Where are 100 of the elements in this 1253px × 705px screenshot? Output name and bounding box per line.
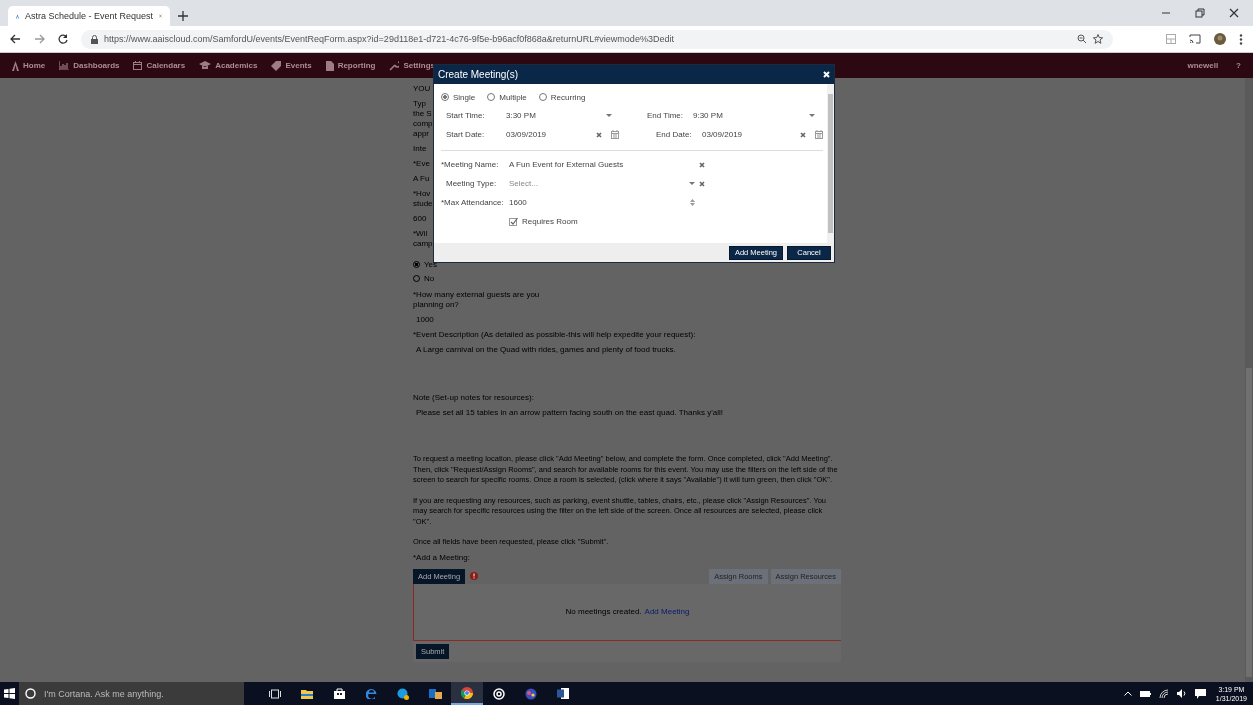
caret-icon [606,114,612,117]
avatar-icon[interactable] [1214,33,1226,45]
nav-item[interactable]: Events [285,61,312,70]
user-name[interactable]: wnewell [1187,61,1219,70]
orb-icon[interactable] [525,687,537,700]
scrollbar[interactable] [1245,78,1253,682]
form-text: the S [413,109,430,119]
form-text: *Wil [413,229,429,239]
form-text: YOU [413,84,430,94]
nav-item[interactable]: Settings [403,61,435,70]
clear-icon[interactable] [596,131,602,138]
back-icon[interactable] [10,34,21,44]
calendar-icon[interactable] [815,130,823,139]
new-tab-icon[interactable] [178,11,188,21]
mail-app-icon[interactable] [428,688,442,699]
menu-icon[interactable] [1239,33,1243,45]
field-label: *Meeting Name: [441,160,500,169]
form-label: Note (Set-up notes for resources): [413,393,535,403]
browser-e-icon[interactable] [365,688,377,699]
close-icon[interactable] [1229,8,1239,18]
help-link[interactable]: ? [1236,61,1241,70]
nav-item[interactable]: Academics [215,61,258,70]
form-text: stude [413,199,430,209]
radio-option[interactable]: Multiple [487,92,527,102]
field-label: End Date: [655,130,693,139]
field-label: Start Time: [445,111,486,120]
form-text: Typ [413,99,427,109]
tab-title: Astra Schedule - Event Request [24,11,154,21]
calendar-icon [133,61,143,70]
date-field[interactable]: 03/09/2019 [506,127,592,142]
calendar-icon[interactable] [611,130,619,139]
radio-option[interactable]: Recurring [538,92,586,102]
ring-icon[interactable] [493,687,505,700]
tag-icon [271,60,282,71]
cortana-circle-icon [25,688,36,699]
form-text: Inte [413,144,428,154]
nav-item[interactable]: Reporting [337,61,376,70]
chart-icon [59,61,70,70]
clear-icon[interactable] [800,131,806,138]
radio-option[interactable]: No [413,271,463,285]
meeting-type-dropdown[interactable]: Select... [509,176,695,191]
dialog-title: Create Meeting(s) [438,69,519,80]
form-text: camp [413,239,430,249]
form-text: *Hov [413,189,430,199]
reload-icon[interactable] [58,34,68,44]
address-field[interactable]: https://www.aaiscloud.com/SamfordU/events/EventReqForm.aspx?id=29d118e1-d721-4c76-9f5e-b96acf0f868a&returnURL#viewmode%3Dedit [81,29,1113,49]
star-icon[interactable] [1093,34,1103,44]
lock-icon [91,34,98,44]
meeting-name-field[interactable]: A Fun Event for External Guests [509,157,695,172]
clear-icon[interactable] [699,161,705,168]
form-text: A Fu [413,174,430,184]
zoom-icon[interactable] [1077,34,1087,44]
forward-icon[interactable] [34,34,45,44]
nav-item[interactable]: Home [23,61,46,70]
scrollbar[interactable] [827,84,834,243]
radio-option[interactable]: Yes [413,257,463,271]
caret-icon [809,114,815,117]
field-label: Start Date: [445,130,486,139]
form-value: Please set all 15 tables in an arrow pattern facing south on the east quad. Thanks y'all! [415,408,724,418]
folder-icon[interactable] [301,688,313,699]
logo-icon [12,60,19,71]
task-view-icon[interactable] [269,688,281,699]
browser-tab[interactable]: Astra Schedule - Event Request [8,6,170,26]
checkbox-icon[interactable] [509,216,518,226]
radio-option[interactable]: Single [441,92,476,102]
error-icon [470,572,479,580]
nav-item[interactable]: Dashboards [73,61,120,70]
clear-icon[interactable] [699,180,705,187]
graduation-cap-icon [199,61,212,70]
caret-icon [689,182,695,185]
empty-message: No meetings created. [565,607,642,616]
attendance-field[interactable]: 1600 [509,195,695,210]
requires-room-checkbox[interactable]: Requires Room [509,212,579,230]
word-document-icon[interactable] [557,688,569,699]
field-label: End Time: [646,111,684,120]
field-label: *Max Attendance: [441,198,505,207]
chrome-browser-icon[interactable] [461,686,473,699]
restore-icon[interactable] [1195,8,1205,18]
chevron-up-icon[interactable] [1123,691,1132,696]
windows-start-icon[interactable] [4,688,15,699]
wifi-icon[interactable] [1158,689,1169,698]
form-text: 600 [413,214,428,224]
battery-icon[interactable] [1139,690,1151,697]
field-label: Meeting Type: [445,179,498,188]
form-value: 1000 [415,315,435,325]
volume-icon[interactable] [1176,689,1187,698]
notification-icon[interactable] [1194,688,1206,699]
chat-app-icon[interactable] [397,687,409,700]
form-label: *Event Description (As detailed as possible-this will help expedite your request): [413,330,697,340]
date-field[interactable]: 03/09/2019 [702,127,796,142]
spinner-icon[interactable] [690,199,695,206]
form-label: *Add a Meeting: [413,552,471,563]
nav-item[interactable]: Calendars [146,61,186,70]
form-value: A Large carnival on the Quad with rides, games and plenty of food trucks. [415,345,677,355]
time-dropdown[interactable]: 9:30 PM [693,108,815,123]
document-icon [325,60,334,71]
shopping-bag-icon[interactable] [333,688,345,699]
time-dropdown[interactable]: 3:30 PM [506,108,612,123]
search-field[interactable]: I'm Cortana. Ask me anything. [19,682,244,705]
cast-icon[interactable] [1189,34,1201,44]
